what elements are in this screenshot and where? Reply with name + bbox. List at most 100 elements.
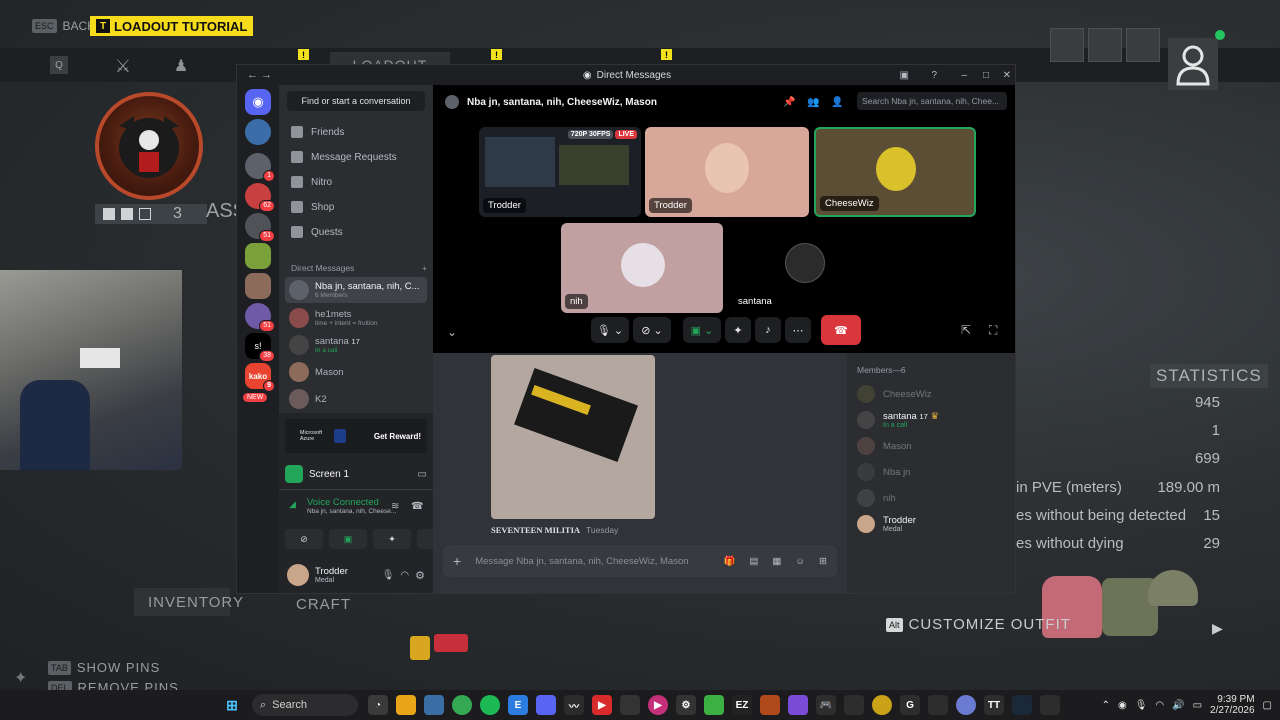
battery-icon[interactable]: ▭: [1193, 700, 1202, 711]
sticker-icon[interactable]: ▦: [772, 556, 781, 567]
volume-icon[interactable]: 🔊: [1172, 700, 1184, 711]
disconnect-icon[interactable]: ☎: [411, 501, 423, 512]
add-attachment-icon[interactable]: +: [453, 553, 461, 569]
screen-share-toggle[interactable]: ▣ ⌄: [683, 317, 721, 343]
member-item[interactable]: santana 17 ♛ In a call: [857, 407, 1007, 433]
app-icon[interactable]: TT: [984, 695, 1004, 715]
app-icon[interactable]: ▶: [648, 695, 668, 715]
taskbar-search[interactable]: ⌕ Search: [252, 694, 358, 716]
profile-icon[interactable]: [1168, 38, 1218, 90]
server-icon[interactable]: 51: [245, 303, 275, 332]
squad-icon[interactable]: ♟: [168, 54, 194, 78]
file-explorer-icon[interactable]: [396, 695, 416, 715]
dm-item[interactable]: he1mets time + intent = fruition: [285, 305, 427, 331]
chevron-right-icon[interactable]: ▶: [1212, 620, 1223, 637]
settings-gear-icon[interactable]: ⚙: [415, 569, 425, 582]
pop-out-icon[interactable]: ⇱: [961, 323, 971, 337]
gear-slot[interactable]: [1050, 28, 1084, 62]
dm-item[interactable]: Mason: [285, 359, 427, 385]
tray-mic-icon[interactable]: 🎙: [1135, 700, 1148, 711]
add-dm-icon[interactable]: +: [422, 263, 427, 273]
ez-app-icon[interactable]: EZ: [732, 695, 752, 715]
member-item[interactable]: Nba jn: [857, 459, 1007, 485]
dm-item[interactable]: K2: [285, 386, 427, 412]
get-reward-button[interactable]: Get Reward!: [374, 432, 421, 441]
server-icon[interactable]: 1: [245, 153, 275, 182]
maximize-icon[interactable]: □: [983, 70, 989, 81]
crossed-swords-icon[interactable]: ⚔: [110, 54, 136, 78]
member-item[interactable]: nih: [857, 485, 1007, 511]
server-icon[interactable]: [245, 243, 271, 269]
gift-icon[interactable]: 🎁: [724, 556, 736, 567]
audio-tile[interactable]: santana: [729, 223, 891, 313]
tray-app-icon[interactable]: ◉: [1118, 700, 1127, 711]
minimize-icon[interactable]: –: [961, 70, 967, 81]
server-icon[interactable]: kako 9: [245, 363, 275, 392]
wifi-icon[interactable]: ◠: [1155, 700, 1164, 711]
inventory-button[interactable]: INVENTORY: [134, 588, 243, 616]
gear-slot[interactable]: [1126, 28, 1160, 62]
emoji-icon[interactable]: ☺: [795, 556, 805, 567]
message-input[interactable]: + Message Nba jn, santana, nih, CheeseWi…: [443, 545, 837, 577]
microphone-icon[interactable]: 🎙: [382, 570, 395, 581]
soundboard-icon[interactable]: ♪: [755, 317, 781, 343]
photos-icon[interactable]: [424, 695, 444, 715]
headphones-icon[interactable]: ◠: [400, 570, 409, 581]
voice-connected-status[interactable]: Voice Connected Nba jn, santana, nih, Ch…: [307, 497, 396, 515]
discord-home-icon[interactable]: ◉: [245, 89, 271, 115]
discord-taskbar-icon[interactable]: [536, 695, 556, 715]
server-icon[interactable]: s! 38: [245, 333, 275, 362]
spotify-icon[interactable]: [480, 695, 500, 715]
app-icon[interactable]: 〰: [564, 695, 584, 715]
message-image[interactable]: [491, 355, 655, 519]
help-icon[interactable]: ?: [931, 70, 937, 81]
back-arrow-icon[interactable]: ← →: [247, 69, 272, 81]
fullscreen-icon[interactable]: ⛶: [989, 323, 997, 338]
app-icon[interactable]: [760, 695, 780, 715]
dm-item[interactable]: Nba jn, santana, nih, C... 6 Members: [285, 277, 427, 303]
camera-off-icon[interactable]: ⊘: [285, 529, 323, 549]
screen-share-item[interactable]: Screen 1 ▭: [285, 463, 427, 485]
video-tile-speaking[interactable]: CheeseWiz: [814, 127, 976, 217]
app-icon[interactable]: [872, 695, 892, 715]
chat-app-icon[interactable]: ◔: [368, 695, 388, 715]
show-pins-button[interactable]: TAB SHOW PINS: [48, 660, 160, 675]
find-conversation-button[interactable]: Find or start a conversation: [287, 91, 425, 111]
chrome-icon[interactable]: [452, 695, 472, 715]
add-friends-icon[interactable]: 👥: [807, 97, 819, 108]
member-list-icon[interactable]: 👤: [831, 97, 843, 108]
tray-chevron-icon[interactable]: ⌃: [1102, 700, 1110, 711]
controller-icon[interactable]: 🎮: [816, 695, 836, 715]
minecraft-icon[interactable]: [704, 695, 724, 715]
gif-icon[interactable]: ▤: [749, 556, 758, 567]
member-item[interactable]: Trodder Medal: [857, 511, 1007, 537]
steam-icon[interactable]: [1012, 695, 1032, 715]
nav-message-requests[interactable]: Message Requests: [285, 146, 427, 168]
message-author[interactable]: SEVENTEEN MILITIA: [491, 525, 580, 535]
stop-stream-icon[interactable]: ▭: [418, 469, 427, 480]
windows-start-icon[interactable]: ⊞: [222, 695, 242, 715]
loadout-tutorial-button[interactable]: T LOADOUT TUTORIAL: [90, 16, 254, 36]
back-button[interactable]: ESC BACK: [32, 16, 95, 36]
more-options-icon[interactable]: ⋯: [785, 317, 811, 343]
microphone-toggle[interactable]: 🎙 ⌄: [591, 317, 629, 343]
video-tile[interactable]: Trodder: [645, 127, 809, 217]
chevron-down-icon[interactable]: ⌄: [447, 325, 457, 339]
apps-icon[interactable]: ⊞: [819, 556, 827, 567]
avatar[interactable]: [287, 564, 309, 586]
dm-item[interactable]: santana 17 In a call: [285, 332, 427, 358]
craft-button[interactable]: CRAFT: [296, 596, 351, 613]
member-item[interactable]: CheeseWiz: [857, 381, 1007, 407]
header-search-input[interactable]: Search Nba jn, santana, nih, Chee...: [857, 92, 1007, 110]
server-icon[interactable]: [245, 119, 271, 145]
activities-icon[interactable]: ✦: [373, 529, 411, 549]
inbox-icon[interactable]: ▣: [900, 70, 909, 81]
camera-toggle[interactable]: ⊘ ⌄: [633, 317, 671, 343]
hang-up-button[interactable]: ☎: [821, 315, 861, 345]
nav-nitro[interactable]: Nitro: [285, 171, 427, 193]
app-icon[interactable]: [788, 695, 808, 715]
app-icon[interactable]: [620, 695, 640, 715]
server-icon[interactable]: 62: [245, 183, 275, 212]
server-icon[interactable]: [245, 273, 271, 299]
app-icon[interactable]: G: [900, 695, 920, 715]
